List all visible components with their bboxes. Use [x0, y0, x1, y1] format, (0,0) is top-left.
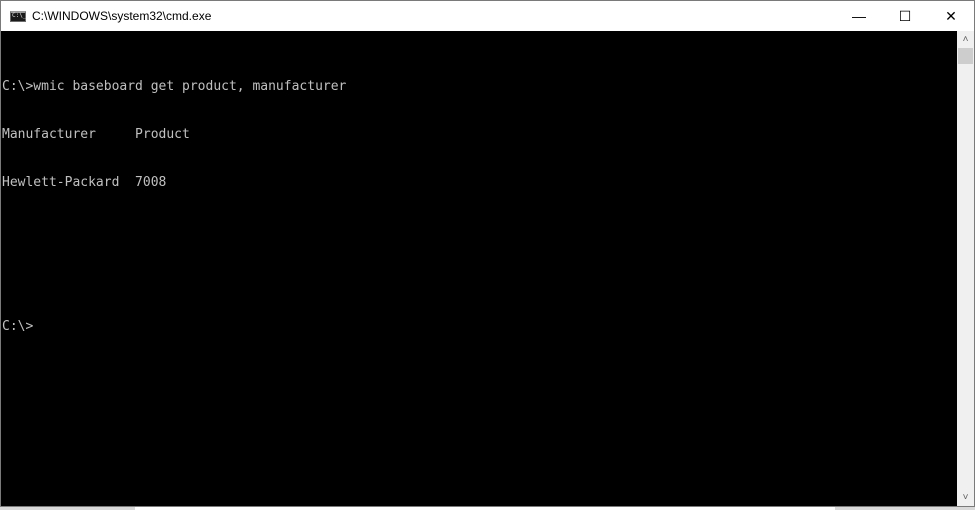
maximize-button[interactable]: ☐ — [882, 1, 928, 31]
close-button[interactable]: ✕ — [928, 1, 974, 31]
window-title: C:\WINDOWS\system32\cmd.exe — [32, 9, 212, 23]
console-line-command: C:\>wmic baseboard get product, manufact… — [2, 79, 347, 94]
scroll-down-icon[interactable]: ˅ — [957, 489, 974, 506]
cmd-icon[interactable] — [10, 10, 26, 22]
cmd-window: C:\WINDOWS\system32\cmd.exe — ☐ ✕ C:\>wm… — [0, 0, 975, 507]
console-output[interactable]: C:\>wmic baseboard get product, manufact… — [1, 31, 957, 506]
console-line-header: Manufacturer Product — [2, 127, 190, 142]
minimize-button[interactable]: — — [836, 1, 882, 31]
console-prompt[interactable]: C:\> — [1, 319, 957, 335]
title-bar[interactable]: C:\WINDOWS\system32\cmd.exe — ☐ ✕ — [1, 1, 974, 31]
scroll-up-icon[interactable]: ˄ — [957, 31, 974, 48]
console-line-result: Hewlett-Packard 7008 — [2, 175, 167, 190]
window-controls: — ☐ ✕ — [836, 1, 974, 31]
vertical-scrollbar[interactable]: ˄ ˅ — [957, 31, 974, 506]
scrollbar-thumb[interactable] — [958, 48, 973, 64]
